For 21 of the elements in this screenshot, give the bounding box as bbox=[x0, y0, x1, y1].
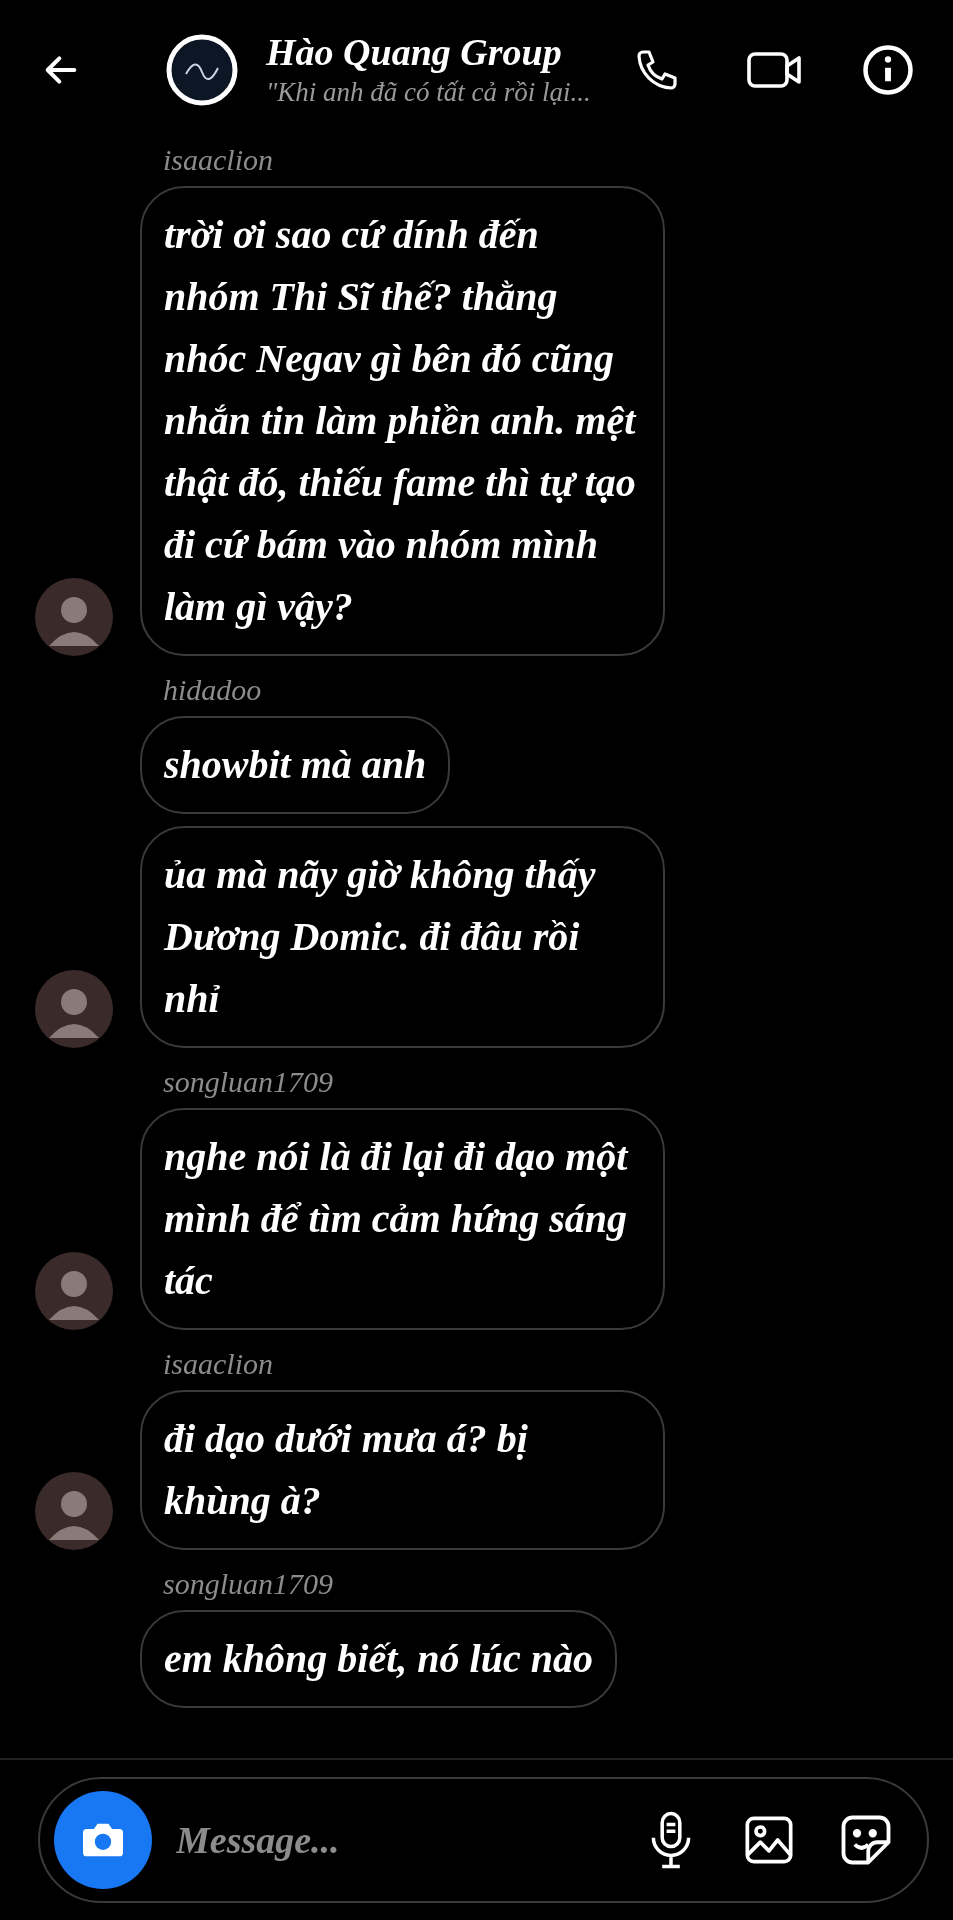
sticker-icon[interactable] bbox=[839, 1813, 893, 1867]
microphone-icon[interactable] bbox=[649, 1811, 693, 1869]
sender-name: isaaclion bbox=[163, 1346, 274, 1382]
message-bubble: nghe nói là đi lại đi dạo một mình để tìm cảm hứng sáng tác bbox=[140, 1108, 665, 1330]
message-bubble: em không biết, nó lúc nào bbox=[140, 1610, 617, 1708]
message-bubble: trời ơi sao cứ dính đến nhóm Thi Sĩ thế? thằng nhóc Negav gì bên đó cũng nhắn tin làm phiền anh. mệt thật đó, thiếu fame thì tự tạo đi cứ bám vào nhóm mình làm gì vậy? bbox=[140, 186, 665, 656]
message-input[interactable]: Message... bbox=[176, 1811, 649, 1869]
sender-name: songluan1709 bbox=[163, 1064, 334, 1100]
group-title: Hào Quang Group bbox=[266, 30, 563, 74]
sender-name: isaaclion bbox=[163, 142, 274, 178]
camera-button[interactable] bbox=[54, 1791, 152, 1889]
sender-name: hidadoo bbox=[163, 672, 263, 708]
image-icon[interactable] bbox=[743, 1814, 795, 1866]
message-bubble: ủa mà nãy giờ không thấy Dương Domic. đi đâu rồi nhỉ bbox=[140, 826, 665, 1048]
group-avatar[interactable] bbox=[166, 34, 238, 106]
sender-name: songluan1709 bbox=[163, 1566, 334, 1602]
message-composer[interactable]: Message... bbox=[38, 1777, 929, 1903]
message-bubble: showbit mà anh bbox=[140, 716, 451, 814]
message-bubble: đi dạo dưới mưa á? bị khùng à? bbox=[140, 1390, 665, 1550]
last-message-preview: "Khi anh đã có tất cả rồi lại... bbox=[266, 76, 592, 109]
info-icon[interactable] bbox=[861, 43, 915, 97]
